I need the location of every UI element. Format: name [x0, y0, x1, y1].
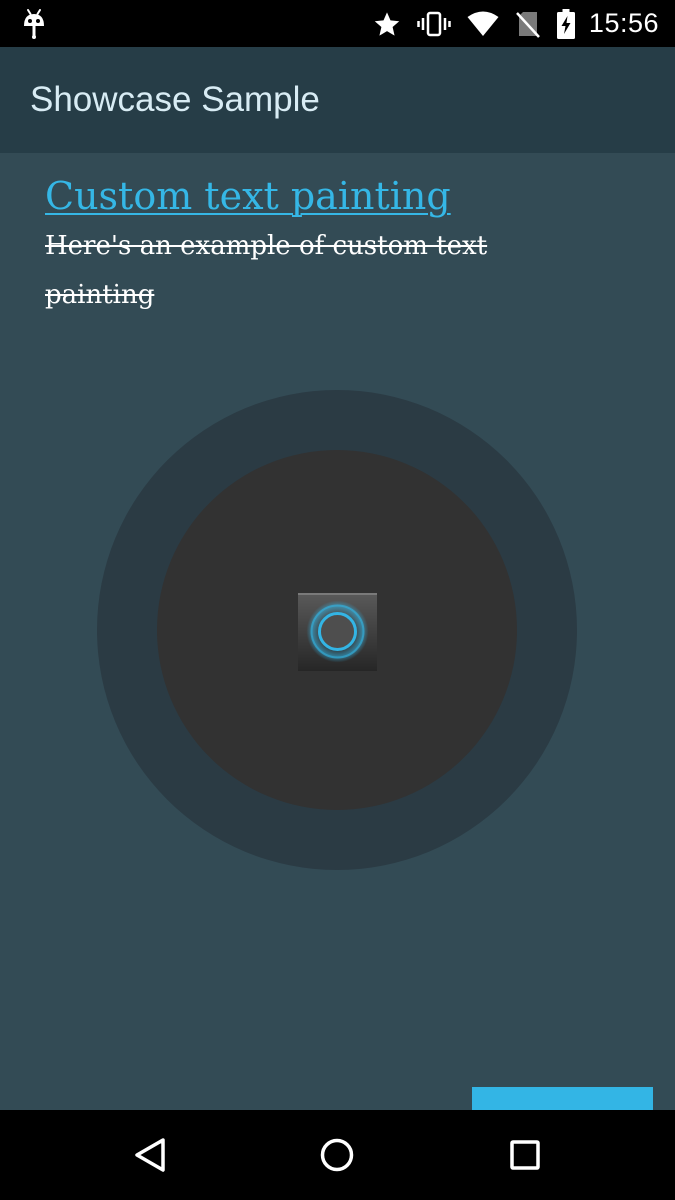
status-clock: 15:56	[588, 8, 659, 38]
showcase-description: Here's an example of custom text paintin…	[45, 231, 488, 310]
wifi-icon	[467, 11, 499, 37]
navigation-bar	[0, 1110, 675, 1200]
app-bar: Showcase Sample	[0, 47, 675, 153]
star-icon	[373, 10, 401, 38]
recents-icon[interactable]	[503, 1133, 547, 1177]
home-icon[interactable]	[315, 1133, 359, 1177]
battery-charging-icon	[556, 8, 575, 39]
showcase-target-icon[interactable]	[298, 593, 377, 671]
no-sim-icon	[515, 10, 541, 38]
showcase-title: Custom text painting	[45, 174, 451, 218]
back-icon[interactable]	[128, 1133, 172, 1177]
showcase-dismiss-button[interactable]	[472, 1087, 653, 1110]
android-debug-icon	[22, 8, 46, 40]
app-title: Showcase Sample	[30, 80, 320, 119]
vibrate-icon	[417, 10, 451, 38]
status-bar: 15:56	[0, 0, 675, 47]
